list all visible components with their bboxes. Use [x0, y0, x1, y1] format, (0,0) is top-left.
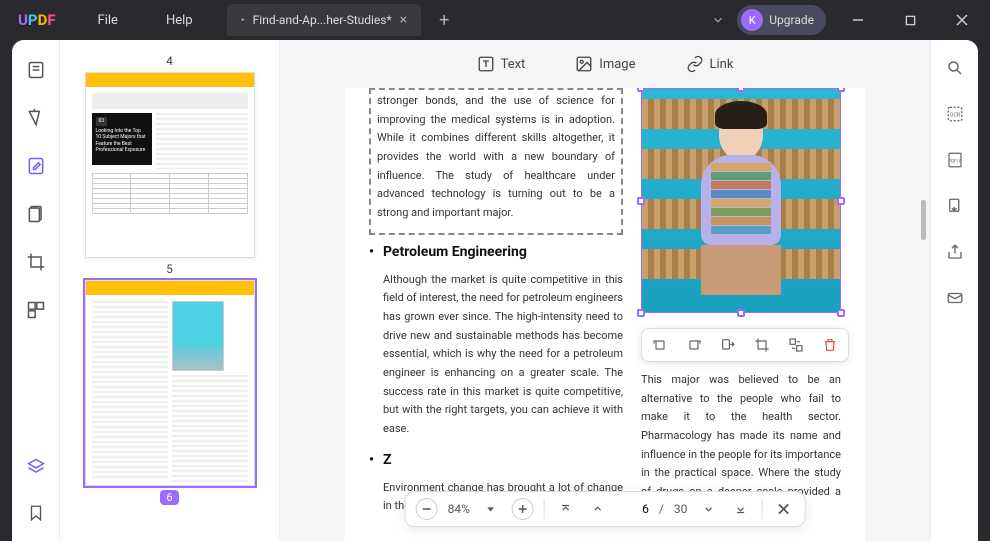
app-logo: UPDF: [0, 11, 74, 29]
reader-tool[interactable]: [22, 56, 50, 84]
resize-handle[interactable]: [837, 309, 845, 317]
zoom-navigation-bar: 84% / 30: [405, 491, 806, 527]
new-tab-button[interactable]: +: [439, 10, 449, 31]
scrollbar-handle[interactable]: [921, 200, 926, 240]
page-4-label: 4: [166, 54, 173, 68]
image-context-toolbar: [641, 328, 849, 362]
resize-handle[interactable]: [837, 197, 845, 205]
add-link-button[interactable]: Link: [686, 55, 734, 73]
zoom-value: 84%: [448, 502, 470, 516]
last-page-button[interactable]: [729, 498, 751, 520]
main-area: Text Image Link stronger bonds, and the …: [280, 40, 930, 541]
resize-handle[interactable]: [737, 309, 745, 317]
thumbnail-image-preview: [172, 301, 224, 371]
menu-help[interactable]: Help: [142, 13, 217, 28]
add-link-label: Link: [710, 57, 734, 72]
tab-title: Find-and-Ap...her-Studies*: [253, 13, 392, 27]
add-image-label: Image: [599, 57, 635, 72]
thumbnail-panel: 4 03Looking Into the Top 10 Subject Majo…: [60, 40, 280, 541]
crop-tool[interactable]: [22, 248, 50, 276]
rotate-right-button[interactable]: [684, 335, 704, 355]
resize-handle[interactable]: [637, 309, 645, 317]
tab-close-icon[interactable]: ×: [400, 12, 407, 28]
tab-dirty-indicator: •: [241, 13, 245, 27]
search-button[interactable]: [943, 56, 967, 80]
email-button[interactable]: [943, 286, 967, 310]
intro-paragraph: stronger bonds, and the use of science f…: [377, 92, 615, 223]
first-page-button[interactable]: [555, 498, 577, 520]
upgrade-label: Upgrade: [769, 13, 814, 27]
titlebar: UPDF File Help • Find-and-Ap...her-Studi…: [0, 0, 990, 40]
tools-tool[interactable]: [22, 296, 50, 324]
svg-text:PDF/A: PDF/A: [948, 158, 961, 164]
resize-handle[interactable]: [637, 88, 645, 92]
add-text-label: Text: [501, 57, 526, 72]
window-close-button[interactable]: [942, 4, 982, 36]
crop-image-button[interactable]: [752, 335, 772, 355]
pdfa-button[interactable]: PDF/A: [943, 148, 967, 172]
page-5-label: 5: [166, 262, 173, 276]
resize-handle[interactable]: [837, 88, 845, 92]
petroleum-paragraph: Although the market is quite competitive…: [369, 271, 623, 439]
workspace: 4 03Looking Into the Top 10 Subject Majo…: [12, 40, 978, 541]
share-button[interactable]: [943, 240, 967, 264]
selected-text-block[interactable]: stronger bonds, and the use of science f…: [369, 88, 623, 235]
rotate-left-button[interactable]: [650, 335, 670, 355]
replace-image-button[interactable]: [786, 335, 806, 355]
page-view[interactable]: stronger bonds, and the use of science f…: [280, 88, 930, 541]
user-avatar: K: [741, 9, 763, 31]
tabs-dropdown-icon[interactable]: [711, 13, 725, 27]
resize-handle[interactable]: [737, 88, 745, 92]
page-6-thumbnail[interactable]: [85, 280, 255, 486]
page-4-thumbnail[interactable]: 03Looking Into the Top 10 Subject Majors…: [85, 72, 255, 258]
zoom-in-button[interactable]: [512, 498, 534, 520]
window-maximize-button[interactable]: [890, 4, 930, 36]
upgrade-button[interactable]: K Upgrade: [737, 5, 826, 35]
resize-handle[interactable]: [637, 197, 645, 205]
document-tab[interactable]: • Find-and-Ap...her-Studies* ×: [227, 4, 422, 36]
current-page-badge: 6: [160, 490, 178, 505]
heading-z: Z: [369, 449, 623, 473]
comment-tool[interactable]: [22, 104, 50, 132]
page-total: 30: [674, 502, 688, 516]
layers-button[interactable]: [22, 453, 50, 481]
export-button[interactable]: [943, 194, 967, 218]
delete-image-button[interactable]: [820, 335, 840, 355]
prev-page-button[interactable]: [587, 498, 609, 520]
svg-text:OCR: OCR: [949, 112, 960, 118]
document-page: stronger bonds, and the use of science f…: [345, 88, 865, 541]
page-separator: /: [659, 502, 664, 516]
ocr-button[interactable]: OCR: [943, 102, 967, 126]
menu-file[interactable]: File: [74, 13, 142, 28]
page-number-input[interactable]: [619, 502, 649, 516]
library-photo: [642, 89, 840, 312]
edit-toolbar: Text Image Link: [280, 40, 930, 88]
right-toolbar: OCR PDF/A: [930, 40, 978, 541]
next-page-button[interactable]: [697, 498, 719, 520]
edit-tool[interactable]: [22, 152, 50, 180]
bookmark-button[interactable]: [22, 499, 50, 527]
left-toolbar: [12, 40, 60, 541]
heading-petroleum: Petroleum Engineering: [369, 241, 623, 265]
close-bar-button[interactable]: [772, 498, 794, 520]
selected-image[interactable]: [641, 88, 841, 313]
window-minimize-button[interactable]: [838, 4, 878, 36]
zoom-dropdown-icon[interactable]: [480, 498, 502, 520]
organize-tool[interactable]: [22, 200, 50, 228]
add-image-button[interactable]: Image: [575, 55, 635, 73]
zoom-out-button[interactable]: [416, 498, 438, 520]
extract-button[interactable]: [718, 335, 738, 355]
add-text-button[interactable]: Text: [477, 55, 526, 73]
